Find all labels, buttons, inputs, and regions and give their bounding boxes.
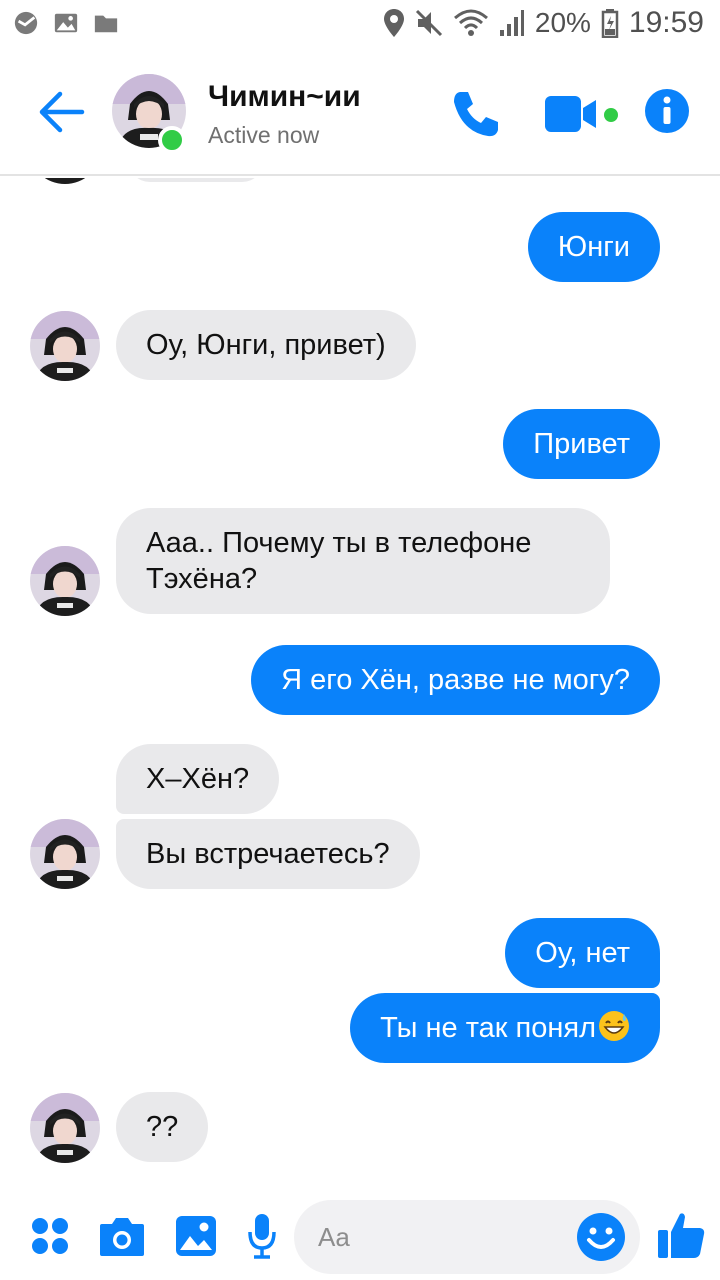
contact-avatar-small <box>30 178 100 184</box>
online-indicator <box>158 126 186 154</box>
status-bar: 20% 19:59 <box>0 0 720 50</box>
back-arrow-icon[interactable] <box>36 88 86 136</box>
message-composer: Aa <box>0 1190 720 1280</box>
contact-avatar-small[interactable] <box>30 819 100 889</box>
incoming-message[interactable]: Вы встречаетесь? <box>116 819 420 889</box>
message-text-line: Ааа.. Почему ты в телефоне <box>146 527 532 559</box>
grinning-sweat-emoji <box>599 1011 629 1041</box>
emoji-icon[interactable] <box>576 1212 626 1262</box>
incoming-message[interactable]: Х–Хён? <box>116 744 280 814</box>
outgoing-message[interactable]: Ты не так понял <box>350 993 660 1063</box>
outgoing-message[interactable]: Оу, нет <box>505 918 660 988</box>
wifi-icon <box>453 9 488 36</box>
info-icon[interactable] <box>644 88 690 134</box>
menu-dots-icon[interactable] <box>30 1216 70 1256</box>
thumbs-up-icon[interactable] <box>656 1210 706 1260</box>
outgoing-message[interactable]: Привет <box>503 409 660 479</box>
message-text: Ты не так понял <box>380 1012 596 1044</box>
clock: 19:59 <box>628 6 704 39</box>
incoming-message[interactable]: ?? <box>116 1092 209 1162</box>
outgoing-message[interactable]: Юнги <box>527 212 660 282</box>
contact-avatar-small[interactable] <box>30 1093 100 1163</box>
incoming-message[interactable]: Оу, Юнги, привет) <box>116 310 416 380</box>
message-list[interactable]: Юнги Оу, Юнги, привет) Привет Ааа.. Поче… <box>0 178 720 1190</box>
sberbank-icon <box>14 11 38 35</box>
image-icon <box>54 13 78 33</box>
gallery-icon[interactable] <box>174 1214 218 1258</box>
message-bubble-partial <box>128 178 264 182</box>
message-input[interactable]: Aa <box>294 1200 640 1274</box>
folder-icon <box>94 15 118 33</box>
location-icon <box>383 9 404 37</box>
signal-icon <box>499 10 524 36</box>
message-input-placeholder: Aa <box>318 1222 350 1252</box>
phone-icon[interactable] <box>450 88 502 140</box>
contact-avatar-small[interactable] <box>30 546 100 616</box>
contact-status: Active now <box>208 122 320 148</box>
battery-icon <box>601 9 619 38</box>
camera-icon[interactable] <box>98 1214 146 1258</box>
mute-icon <box>415 9 442 37</box>
video-active-dot <box>604 108 618 122</box>
conversation-header: Чимин~ии Active now <box>0 50 720 176</box>
contact-name[interactable]: Чимин~ии <box>208 80 361 114</box>
message-text-line: Тэхёна? <box>146 563 258 595</box>
incoming-message[interactable]: Ааа.. Почему ты в телефоне Тэхёна? <box>116 508 610 614</box>
battery-percent: 20% <box>534 7 591 38</box>
outgoing-message[interactable]: Я его Хён, разве не могу? <box>251 645 660 715</box>
contact-avatar-small[interactable] <box>30 311 100 381</box>
microphone-icon[interactable] <box>246 1212 278 1260</box>
video-icon[interactable] <box>544 94 598 134</box>
